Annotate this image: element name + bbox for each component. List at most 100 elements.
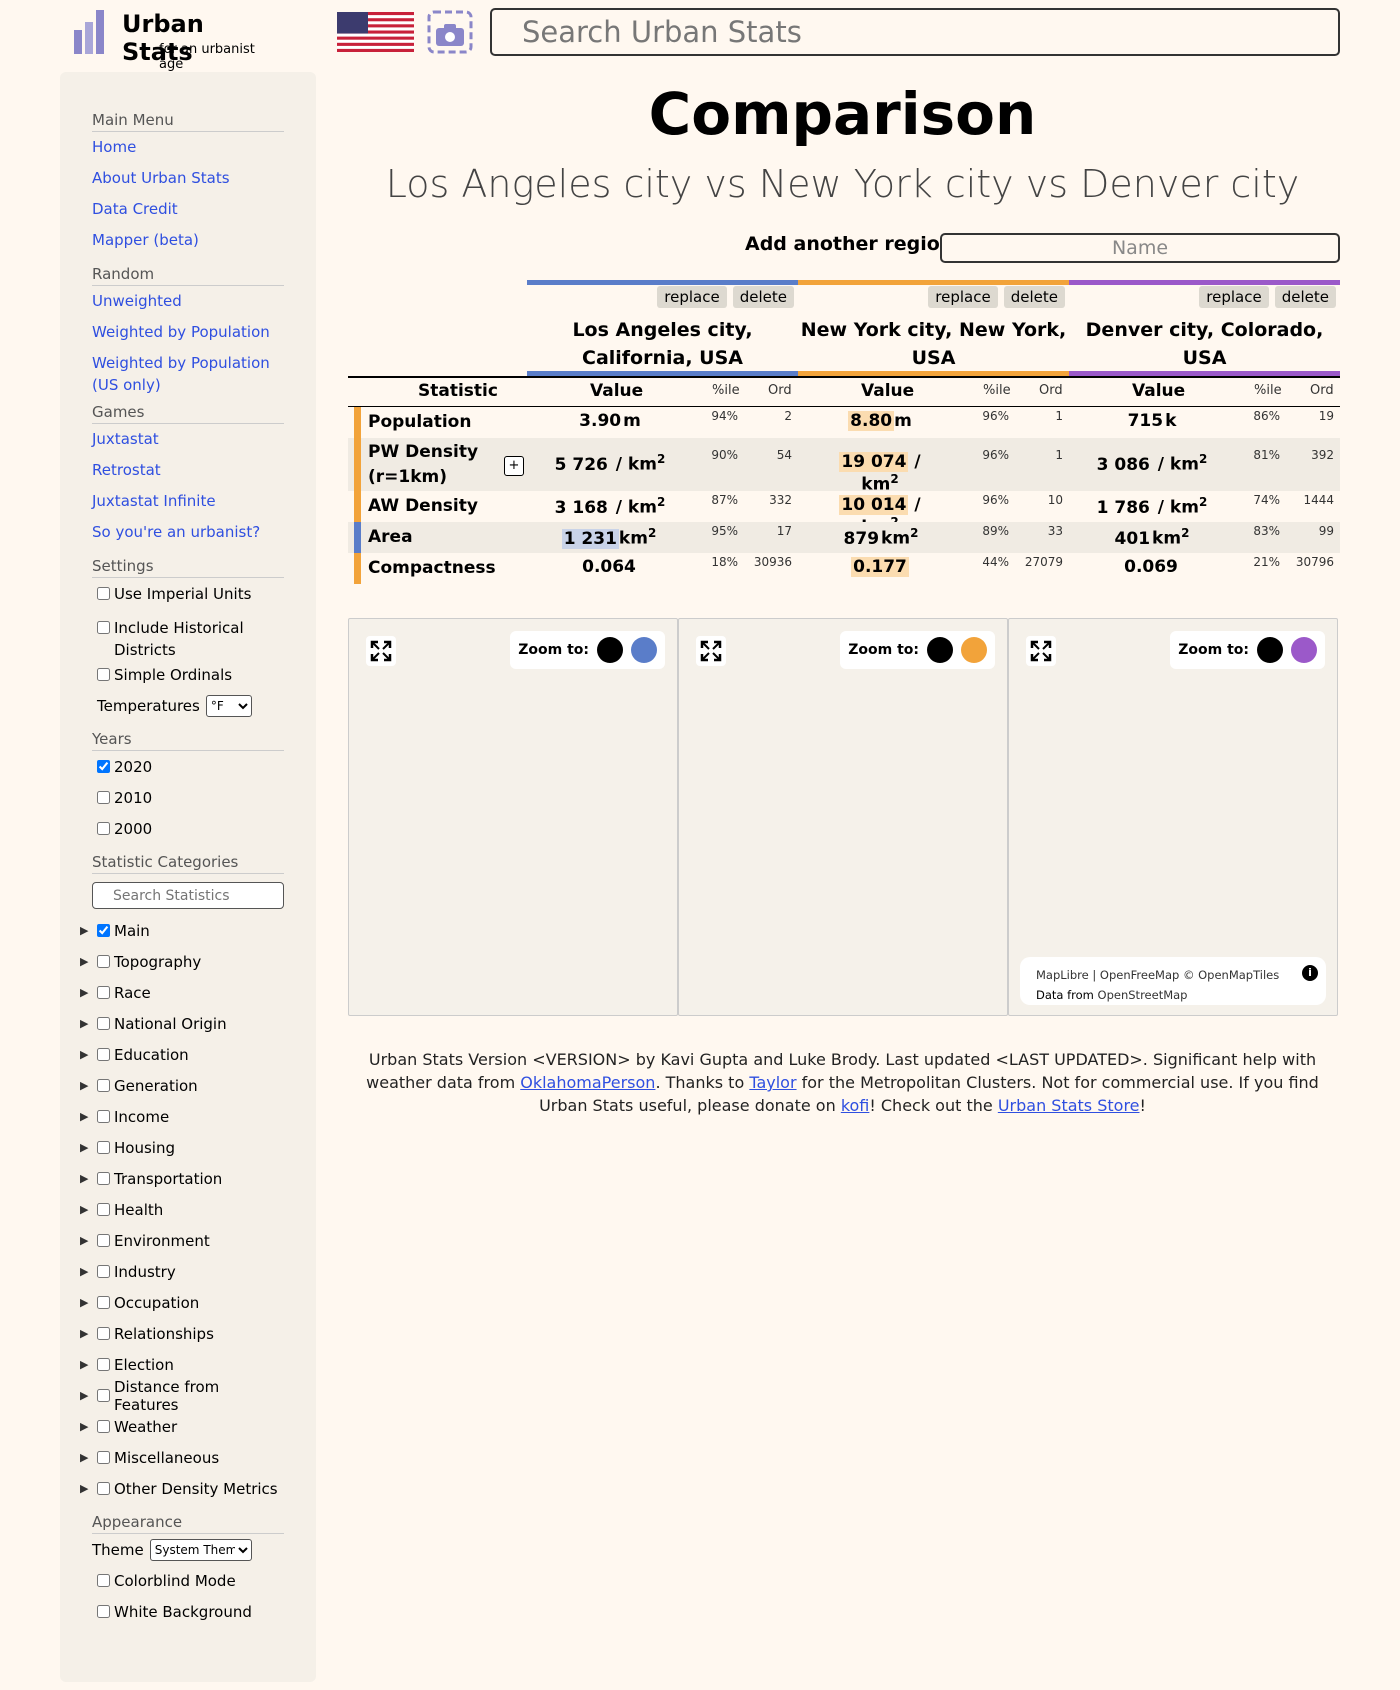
expand-triangle-icon[interactable]: ▶: [80, 1265, 88, 1278]
ordinal-cell[interactable]: 1: [1055, 448, 1063, 462]
zoom-all-button[interactable]: [597, 637, 623, 663]
ordinal-cell[interactable]: 332: [769, 493, 792, 507]
category-checkbox[interactable]: [97, 1327, 110, 1340]
ordinal-cell[interactable]: 392: [1311, 448, 1334, 462]
ordinal-cell[interactable]: 54: [777, 448, 792, 462]
category-race[interactable]: ▶ Race: [80, 977, 284, 1008]
logo[interactable]: Urban Stats for an urbanist age: [74, 8, 274, 72]
statistic-label[interactable]: PW Density (r=1km): [368, 440, 488, 490]
delete-button[interactable]: delete: [1274, 286, 1336, 308]
ordinal-cell[interactable]: 33: [1048, 524, 1063, 538]
zoom-region-button[interactable]: [961, 637, 987, 663]
taylor-link[interactable]: Taylor: [749, 1073, 796, 1092]
fullscreen-icon[interactable]: [1026, 636, 1056, 666]
expand-triangle-icon[interactable]: ▶: [80, 1079, 88, 1092]
colorblind-mode-checkbox[interactable]: [97, 1574, 110, 1587]
replace-button[interactable]: replace: [657, 286, 727, 308]
category-checkbox[interactable]: [97, 1203, 110, 1216]
category-checkbox[interactable]: [97, 1451, 110, 1464]
sidebar-link-unweighted[interactable]: Unweighted: [92, 286, 284, 317]
category-other-density-metrics[interactable]: ▶ Other Density Metrics: [80, 1473, 284, 1504]
sidebar-link-weighted-by-population-us-only[interactable]: Weighted by Population (US only): [92, 348, 284, 394]
region-name[interactable]: Denver city, Colorado, USA: [1069, 316, 1340, 372]
search-statistics-input[interactable]: [92, 882, 284, 909]
category-checkbox[interactable]: [97, 1048, 110, 1061]
statistic-label[interactable]: Population: [368, 410, 568, 435]
include-historical-districts[interactable]: Include Historical Districts: [92, 609, 284, 659]
category-education[interactable]: ▶ Education: [80, 1039, 284, 1070]
category-income[interactable]: ▶ Income: [80, 1101, 284, 1132]
expand-triangle-icon[interactable]: ▶: [80, 1296, 88, 1309]
add-region-input[interactable]: [940, 233, 1340, 263]
sidebar-link-juxtastat-infinite[interactable]: Juxtastat Infinite: [92, 486, 284, 517]
expand-triangle-icon[interactable]: ▶: [80, 1451, 88, 1464]
expand-triangle-icon[interactable]: ▶: [80, 1172, 88, 1185]
category-weather[interactable]: ▶ Weather: [80, 1411, 284, 1442]
expand-triangle-icon[interactable]: ▶: [80, 986, 88, 999]
delete-button[interactable]: delete: [1003, 286, 1065, 308]
category-checkbox[interactable]: [97, 1482, 110, 1495]
theme-select[interactable]: System Theme: [149, 1538, 252, 1561]
sidebar-link-juxtastat[interactable]: Juxtastat: [92, 424, 284, 455]
oklahomaperson-link[interactable]: OklahomaPerson: [520, 1073, 655, 1092]
sidebar-link-so-you-re-an-urbanist[interactable]: So you're an urbanist?: [92, 517, 284, 548]
expand-triangle-icon[interactable]: ▶: [80, 1358, 88, 1371]
sidebar-link-retrostat[interactable]: Retrostat: [92, 455, 284, 486]
category-miscellaneous[interactable]: ▶ Miscellaneous: [80, 1442, 284, 1473]
category-environment[interactable]: ▶ Environment: [80, 1225, 284, 1256]
temperatures-select[interactable]: °F: [205, 694, 252, 717]
category-health[interactable]: ▶ Health: [80, 1194, 284, 1225]
ordinal-cell[interactable]: 99: [1319, 524, 1334, 538]
expand-triangle-icon[interactable]: ▶: [80, 1141, 88, 1154]
openmaptiles-link[interactable]: © OpenMapTiles: [1179, 968, 1279, 982]
sidebar-link-weighted-by-population[interactable]: Weighted by Population: [92, 317, 284, 348]
year-2000-checkbox[interactable]: [97, 822, 110, 835]
us-flag-icon[interactable]: [337, 12, 414, 52]
maplibre-link[interactable]: MapLibre: [1036, 968, 1089, 982]
expand-triangle-icon[interactable]: ▶: [80, 1234, 88, 1247]
expand-triangle-icon[interactable]: ▶: [80, 1389, 88, 1402]
category-relationships[interactable]: ▶ Relationships: [80, 1318, 284, 1349]
simple-ordinals[interactable]: Simple Ordinals: [92, 659, 284, 690]
category-checkbox[interactable]: [97, 1172, 110, 1185]
category-housing[interactable]: ▶ Housing: [80, 1132, 284, 1163]
expand-triangle-icon[interactable]: ▶: [80, 924, 88, 937]
category-national-origin[interactable]: ▶ National Origin: [80, 1008, 284, 1039]
replace-button[interactable]: replace: [928, 286, 998, 308]
ordinal-cell[interactable]: 1: [1055, 409, 1063, 423]
zoom-region-button[interactable]: [1291, 637, 1317, 663]
year-2010[interactable]: 2010: [92, 782, 284, 813]
category-distance-from-features[interactable]: ▶ Distance from Features: [80, 1378, 284, 1414]
ordinal-cell[interactable]: 2: [784, 409, 792, 423]
kofi-link[interactable]: kofi: [841, 1096, 870, 1115]
statistic-label[interactable]: Compactness: [368, 556, 568, 581]
ordinal-cell[interactable]: 1444: [1303, 493, 1334, 507]
year-2010-checkbox[interactable]: [97, 791, 110, 804]
zoom-all-button[interactable]: [927, 637, 953, 663]
category-checkbox[interactable]: [97, 1358, 110, 1371]
expand-triangle-icon[interactable]: ▶: [80, 1048, 88, 1061]
expand-triangle-icon[interactable]: ▶: [80, 1482, 88, 1495]
store-link[interactable]: Urban Stats Store: [998, 1096, 1140, 1115]
expand-triangle-icon[interactable]: ▶: [80, 955, 88, 968]
category-topography[interactable]: ▶ Topography: [80, 946, 284, 977]
year-2020-checkbox[interactable]: [97, 760, 110, 773]
category-occupation[interactable]: ▶ Occupation: [80, 1287, 284, 1318]
zoom-all-button[interactable]: [1257, 637, 1283, 663]
category-checkbox[interactable]: [97, 1110, 110, 1123]
statistic-label[interactable]: Area: [368, 525, 568, 550]
include-historical-districts-checkbox[interactable]: [97, 621, 110, 634]
simple-ordinals-checkbox[interactable]: [97, 668, 110, 681]
ordinal-cell[interactable]: 17: [777, 524, 792, 538]
use-imperial-units[interactable]: Use Imperial Units: [92, 578, 284, 609]
colorblind-mode[interactable]: Colorblind Mode: [92, 1565, 284, 1596]
sidebar-link-home[interactable]: Home: [92, 132, 284, 163]
fullscreen-icon[interactable]: [696, 636, 726, 666]
expand-triangle-icon[interactable]: ▶: [80, 1017, 88, 1030]
white-background-checkbox[interactable]: [97, 1605, 110, 1618]
category-checkbox[interactable]: [97, 1420, 110, 1433]
region-map[interactable]: Zoom to: MapLibre | OpenFreeMap © OpenMap…: [1008, 618, 1338, 1016]
sidebar-link-data-credit[interactable]: Data Credit: [92, 194, 284, 225]
category-election[interactable]: ▶ Election: [80, 1349, 284, 1380]
white-background[interactable]: White Background: [92, 1596, 284, 1627]
